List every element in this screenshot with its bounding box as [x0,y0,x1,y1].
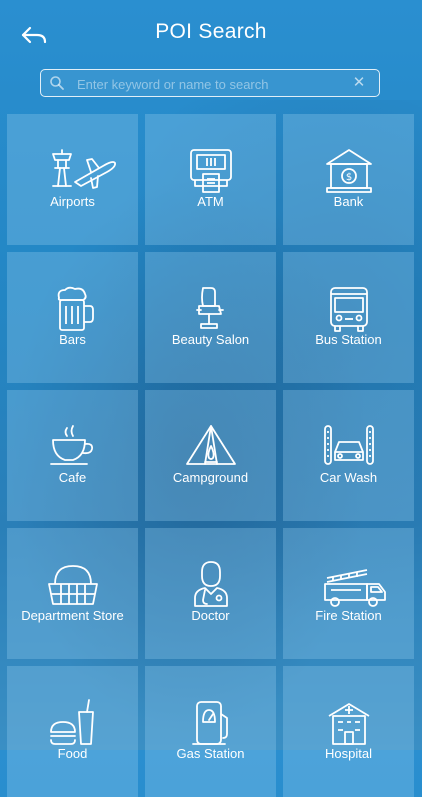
category-label: Food [57,746,88,761]
category-tile-doctor[interactable]: Doctor [145,528,276,659]
svg-text:$: $ [346,172,352,183]
bank-icon: $ [326,149,372,193]
category-tile-beauty-salon[interactable]: Beauty Salon [145,252,276,383]
category-tile-car-wash[interactable]: Car Wash [283,390,414,521]
tent-icon [186,425,236,465]
category-tile-department-store[interactable]: Department Store [7,528,138,659]
category-label: Gas Station [176,746,245,761]
bus-icon [330,287,368,332]
category-tile-airports[interactable]: Airports [7,114,138,245]
fast-food-icon [50,699,94,745]
category-label: Cafe [58,470,87,485]
beer-mug-icon [57,286,94,331]
category-label: Department Store [21,608,124,623]
salon-chair-icon [196,287,224,329]
category-label: Bus Station [315,332,382,347]
category-label: Fire Station [315,608,382,623]
car-wash-icon [324,425,374,465]
fire-truck-icon [324,569,386,607]
category-tile-food[interactable]: Food [7,666,138,797]
coffee-cup-icon [50,425,94,465]
category-label: Airports [50,194,95,209]
category-label: Doctor [191,608,230,623]
atm-icon [190,149,232,193]
category-label: Bars [59,332,86,347]
category-tile-gas-station[interactable]: Gas Station [145,666,276,797]
category-label: Beauty Salon [171,332,250,347]
hospital-icon [328,703,370,745]
category-label: Hospital [325,746,372,761]
category-tile-cafe[interactable]: Cafe [7,390,138,521]
category-label: Bank [333,194,364,209]
category-tile-bank[interactable]: $ Bank [283,114,414,245]
category-label: Car Wash [319,470,378,485]
category-label: ATM [197,194,224,209]
category-label: Campground [172,470,249,485]
airport-icon [52,149,116,189]
category-tile-bars[interactable]: Bars [7,252,138,383]
category-tile-campground[interactable]: Campground [145,390,276,521]
category-grid: Airports ATM $ Bank Bars Beauty Salon Bu… [0,0,422,797]
category-tile-hospital[interactable]: Hospital [283,666,414,797]
category-tile-bus-station[interactable]: Bus Station [283,252,414,383]
gas-pump-icon [192,701,228,745]
doctor-icon [194,561,228,607]
category-tile-atm[interactable]: ATM [145,114,276,245]
basket-icon [48,565,98,605]
category-tile-fire-station[interactable]: Fire Station [283,528,414,659]
